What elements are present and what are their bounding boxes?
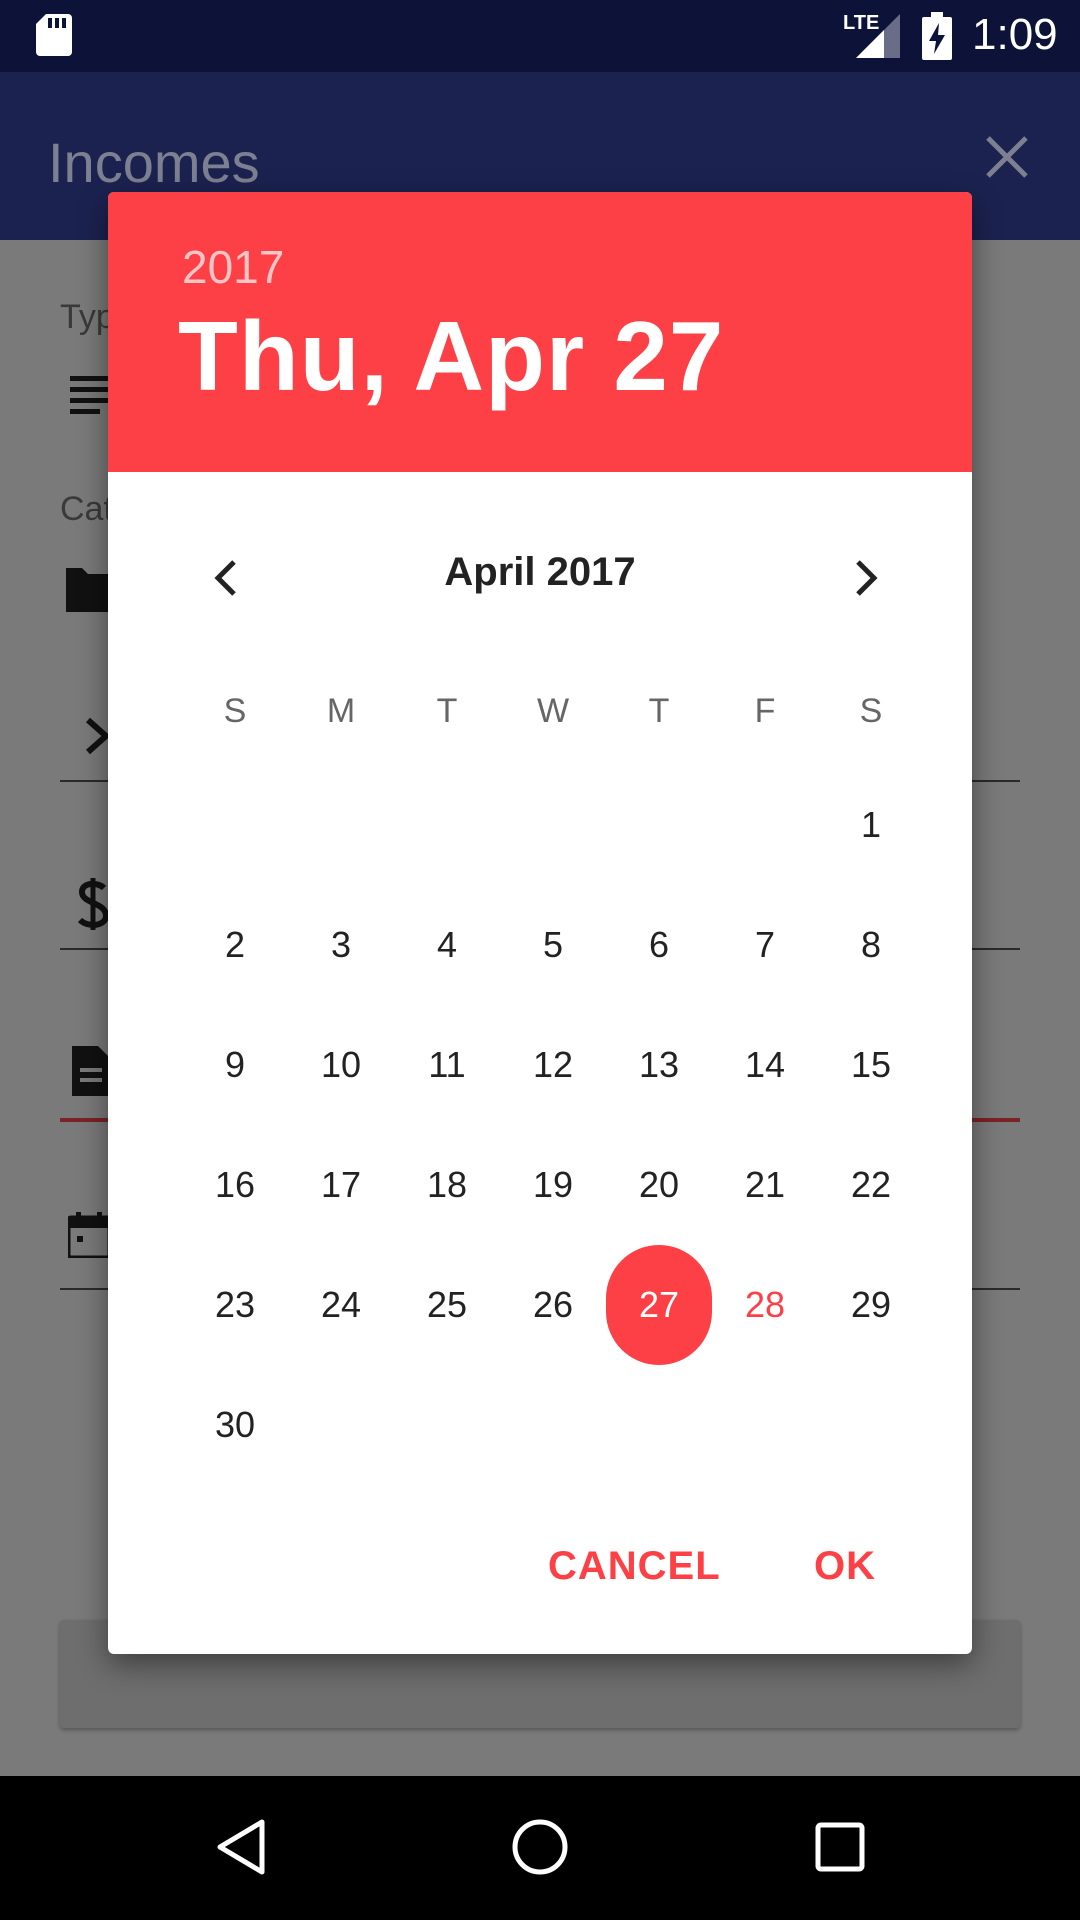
calendar-day[interactable]: 24 xyxy=(288,1252,394,1358)
folder-icon xyxy=(66,568,110,612)
page-title: Incomes xyxy=(48,131,260,194)
calendar-day[interactable]: 10 xyxy=(288,1012,394,1118)
calendar-day[interactable]: 6 xyxy=(606,892,712,998)
signal-icon xyxy=(856,14,900,58)
calendar-day[interactable]: 18 xyxy=(394,1132,500,1238)
date-picker-dialog: 2017 Thu, Apr 27 April 2017 S M T W T F … xyxy=(108,192,972,1654)
cancel-button[interactable]: CANCEL xyxy=(548,1544,721,1589)
calendar-day[interactable]: 30 xyxy=(182,1372,288,1478)
close-icon[interactable] xyxy=(982,132,1032,182)
calendar-day[interactable]: 17 xyxy=(288,1132,394,1238)
calendar-day[interactable]: 27 xyxy=(606,1245,712,1365)
calendar-day[interactable]: 20 xyxy=(606,1132,712,1238)
ok-button[interactable]: OK xyxy=(814,1544,876,1589)
dollar-icon xyxy=(77,878,110,930)
calendar-day[interactable]: 8 xyxy=(818,892,924,998)
navigation-bar xyxy=(0,1776,1080,1920)
status-bar: LTE 1:09 xyxy=(0,0,1080,72)
recents-icon[interactable] xyxy=(805,1812,875,1882)
calendar-day[interactable]: 14 xyxy=(712,1012,818,1118)
calendar-day[interactable]: 28 xyxy=(712,1252,818,1358)
calendar-day[interactable]: 7 xyxy=(712,892,818,998)
category-label: Cat xyxy=(60,490,113,528)
clock: 1:09 xyxy=(972,10,1058,59)
home-icon[interactable] xyxy=(505,1812,575,1882)
calendar-day[interactable]: 19 xyxy=(500,1132,606,1238)
calendar-day[interactable]: 2 xyxy=(182,892,288,998)
calendar-day[interactable]: 9 xyxy=(182,1012,288,1118)
battery-charging-icon xyxy=(922,12,952,60)
calendar-day[interactable]: 25 xyxy=(394,1252,500,1358)
calendar-day[interactable]: 5 xyxy=(500,892,606,998)
calendar-day[interactable]: 29 xyxy=(818,1252,924,1358)
calendar-day[interactable]: 15 xyxy=(818,1012,924,1118)
calendar-day[interactable]: 11 xyxy=(394,1012,500,1118)
back-icon[interactable] xyxy=(206,1812,276,1882)
calendar-icon xyxy=(68,1212,110,1258)
calendar-day[interactable]: 4 xyxy=(394,892,500,998)
calendar-day[interactable]: 16 xyxy=(182,1132,288,1238)
calendar-day[interactable]: 26 xyxy=(500,1252,606,1358)
calendar-day[interactable]: 21 xyxy=(712,1132,818,1238)
calendar-day[interactable]: 23 xyxy=(182,1252,288,1358)
calendar-day[interactable]: 22 xyxy=(818,1132,924,1238)
calendar-day[interactable]: 12 xyxy=(500,1012,606,1118)
calendar-grid: 1 2 3 4 5 6 7 8 9 10 11 12 13 14 15 16 17 18 19 20 21 22 23 24 2… xyxy=(182,192,924,1654)
calendar-day[interactable]: 1 xyxy=(818,772,924,878)
calendar-day[interactable]: 13 xyxy=(606,1012,712,1118)
type-label: Typ xyxy=(60,298,115,336)
sd-card-icon xyxy=(36,14,72,56)
list-icon xyxy=(70,376,110,414)
calendar-day[interactable]: 3 xyxy=(288,892,394,998)
note-icon xyxy=(72,1046,110,1096)
